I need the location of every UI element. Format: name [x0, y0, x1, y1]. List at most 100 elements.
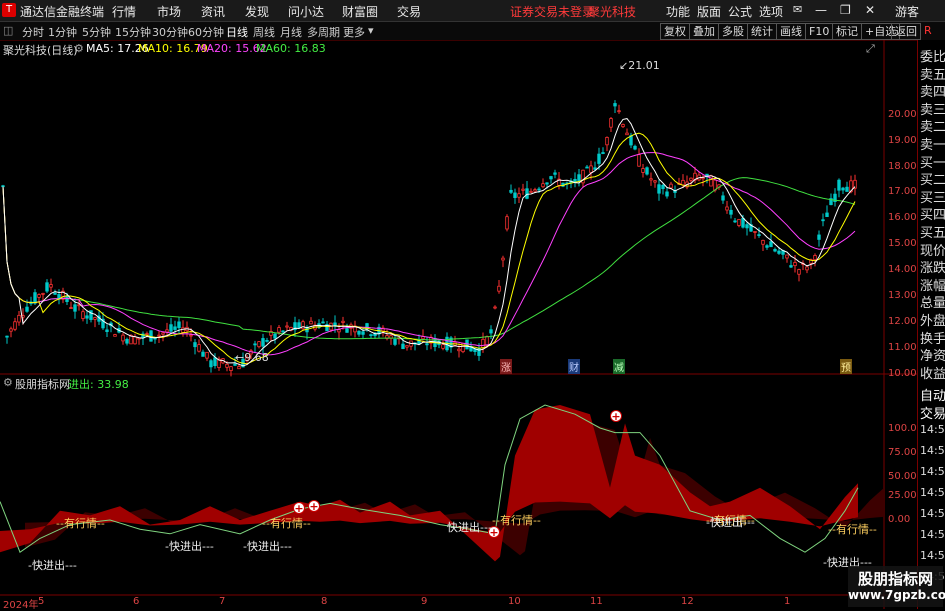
menu-jiaoyi[interactable]: 交易	[397, 3, 421, 20]
candle-body	[621, 124, 625, 128]
quote-row-label: 总量	[920, 296, 945, 312]
stats-button[interactable]: 统计	[747, 23, 777, 40]
trend-label: --有行情--	[56, 517, 105, 530]
candle-body	[653, 180, 657, 183]
login-notice[interactable]: 证券交易未登录	[510, 3, 594, 20]
ind-axis-label: 100.0	[888, 423, 917, 434]
period-more[interactable]: 更多	[343, 24, 365, 40]
menu-wenxiaoda[interactable]: 问小达	[288, 3, 324, 20]
watermark-url: www.7gpzb.com	[848, 588, 945, 602]
drawline-button[interactable]: 画线	[776, 23, 806, 40]
menu-gongshi[interactable]: 公式	[728, 3, 752, 20]
back-button[interactable]: 返回	[891, 23, 921, 40]
candle-body	[633, 145, 637, 150]
candle-body	[773, 249, 777, 252]
event-tag-zhang[interactable]: 涨	[500, 359, 512, 374]
restore-icon[interactable]: ❐	[840, 3, 851, 17]
date-axis: 2024年 5 6 7 8 9 10 11 12 1	[0, 596, 884, 611]
candle-body	[669, 183, 673, 189]
menu-xuanxiang[interactable]: 选项	[759, 3, 783, 20]
r-toggle-icon[interactable]: R	[924, 24, 932, 37]
period-15min[interactable]: 15分钟	[115, 24, 151, 40]
candle-body	[237, 365, 241, 370]
period-30min[interactable]: 30分钟	[152, 24, 188, 40]
high-price-label: ↙21.01	[619, 59, 660, 72]
expand-icon[interactable]: ⤢	[866, 42, 875, 56]
menu-banmian[interactable]: 版面	[697, 3, 721, 20]
svg-text:+: +	[309, 500, 318, 513]
fast-label: -快进出---	[28, 559, 77, 572]
menu-shichang[interactable]: 市场	[157, 3, 181, 20]
mail-icon[interactable]: ✉	[793, 3, 802, 16]
panel-toggle-icon[interactable]: ◫	[3, 24, 13, 37]
period-60min[interactable]: 60分钟	[188, 24, 224, 40]
menu-faxian[interactable]: 发现	[245, 3, 269, 20]
candle-body	[597, 153, 601, 164]
candle-body	[281, 330, 285, 333]
candle-body	[589, 165, 593, 173]
event-tag-cai[interactable]: 财	[568, 359, 580, 374]
candle-body	[665, 191, 669, 197]
candle-body	[593, 167, 597, 170]
trade-time: 14:56	[920, 465, 945, 478]
settings-gear-icon[interactable]: ⚙	[74, 42, 84, 55]
event-tag-jian[interactable]: 减	[613, 359, 625, 374]
candle-body	[257, 341, 261, 348]
candle-body	[345, 328, 349, 333]
period-5min[interactable]: 5分钟	[82, 24, 111, 40]
candle-body	[197, 344, 201, 352]
period-monthly[interactable]: 月线	[280, 24, 302, 40]
menu-hangqing[interactable]: 行情	[112, 3, 136, 20]
candle-body	[765, 245, 769, 248]
f10-button[interactable]: F10	[805, 23, 834, 40]
quote-row-label: 卖三	[920, 102, 945, 118]
chart-title: 聚光科技(日线)	[3, 44, 78, 57]
candle-body	[761, 239, 765, 245]
candle-body	[181, 327, 185, 333]
menu-gongneng[interactable]: 功能	[666, 3, 690, 20]
date-label: 1	[784, 596, 791, 607]
event-tag-yu[interactable]: 预	[840, 359, 852, 374]
candle-body	[789, 265, 793, 268]
axis-label: 18.00	[888, 161, 917, 172]
watermark: 股朋指标网 www.7gpzb.com	[848, 566, 945, 607]
watermark-title: 股朋指标网	[857, 570, 933, 588]
candle-body	[545, 182, 549, 185]
period-1min[interactable]: 1分钟	[48, 24, 77, 40]
candle-body	[321, 321, 325, 324]
mark-button[interactable]: 标记	[832, 23, 862, 40]
menu-zixun[interactable]: 资讯	[201, 3, 225, 20]
axis-label: 13.00	[888, 290, 917, 301]
guest-link[interactable]: 游客	[895, 3, 919, 20]
close-icon[interactable]: ✕	[865, 3, 875, 17]
period-fenshi[interactable]: 分时	[22, 24, 44, 40]
candle-body	[793, 262, 797, 267]
period-multi[interactable]: 多周期	[307, 24, 340, 40]
candle-body	[13, 321, 17, 330]
candle-body	[341, 320, 345, 323]
indicator-gear-icon[interactable]: ⚙	[3, 376, 13, 389]
candle-body	[841, 187, 845, 191]
candle-body	[125, 338, 129, 344]
axis-label: 11.00	[888, 342, 917, 353]
candle-body	[81, 311, 85, 319]
candle-body	[681, 179, 685, 186]
candle-body	[817, 234, 821, 240]
multistock-button[interactable]: 多股	[718, 23, 748, 40]
trade-tab[interactable]: 交易	[920, 403, 945, 422]
auto-trade-toggle[interactable]: 自动	[920, 385, 945, 404]
candle-body	[689, 177, 693, 181]
candle-body	[89, 310, 93, 320]
fast-label: 快进出---	[447, 521, 492, 534]
fuquan-button[interactable]: 复权	[660, 23, 690, 40]
candle-body	[549, 176, 553, 180]
more-chevron-icon[interactable]: ▾	[368, 24, 374, 37]
axis-label: 15.00	[888, 238, 917, 249]
overlay-button[interactable]: 叠加	[689, 23, 719, 40]
period-weekly[interactable]: 周线	[253, 24, 275, 40]
minimize-icon[interactable]: —	[815, 3, 827, 17]
menu-caifuquan[interactable]: 财富圈	[342, 3, 378, 20]
date-label: 8	[321, 596, 328, 607]
period-daily[interactable]: 日线	[226, 24, 248, 40]
candle-body	[161, 332, 165, 335]
